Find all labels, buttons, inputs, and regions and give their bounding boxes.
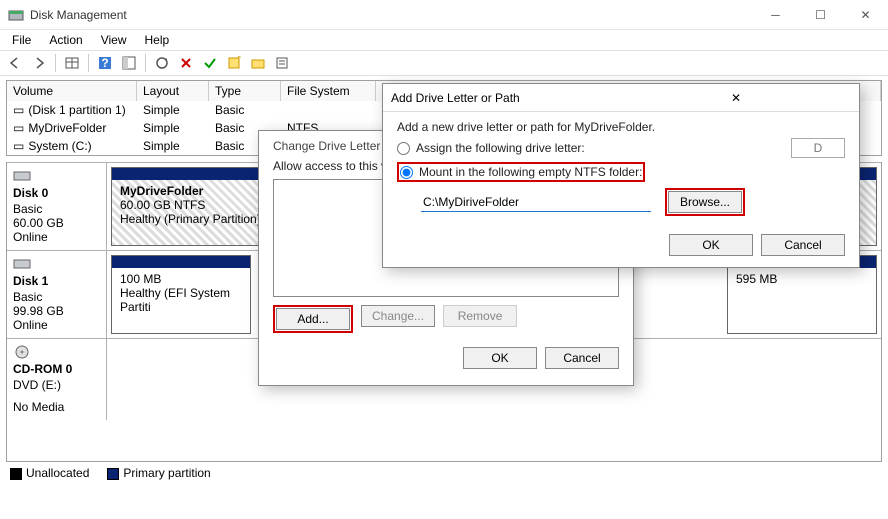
refresh-icon[interactable] xyxy=(151,52,173,74)
change-button: Change... xyxy=(361,305,435,327)
back-icon[interactable] xyxy=(4,52,26,74)
folder-icon[interactable] xyxy=(247,52,269,74)
assign-letter-radio[interactable] xyxy=(397,142,410,155)
browse-button[interactable]: Browse... xyxy=(668,191,742,213)
assign-letter-label: Assign the following drive letter: xyxy=(416,141,585,155)
new-icon[interactable]: * xyxy=(223,52,245,74)
add-drive-letter-dialog: Add Drive Letter or Path ✕ Add a new dri… xyxy=(382,83,860,268)
legend-unallocated-swatch xyxy=(10,468,22,480)
col-type[interactable]: Type xyxy=(209,81,281,101)
disk-label[interactable]: Disk 1 Basic 99.98 GB Online xyxy=(7,251,107,338)
ok-button[interactable]: OK xyxy=(463,347,537,369)
menu-action[interactable]: Action xyxy=(41,31,90,49)
remove-button: Remove xyxy=(443,305,517,327)
cdrom-icon xyxy=(13,348,31,362)
title-bar: Disk Management ─ ☐ ✕ xyxy=(0,0,888,30)
volume-icon: ▭ xyxy=(13,121,24,135)
app-icon xyxy=(8,7,24,23)
ok-button[interactable]: OK xyxy=(669,234,753,256)
help-icon[interactable]: ? xyxy=(94,52,116,74)
layout-icon[interactable] xyxy=(118,52,140,74)
disk-icon xyxy=(13,172,31,186)
properties-icon[interactable] xyxy=(271,52,293,74)
mount-folder-radio[interactable] xyxy=(400,166,413,179)
volume-icon: ▭ xyxy=(13,103,24,117)
menu-help[interactable]: Help xyxy=(137,31,178,49)
toolbar: ? * xyxy=(0,50,888,76)
col-filesystem[interactable]: File System xyxy=(281,81,376,101)
table-icon[interactable] xyxy=(61,52,83,74)
svg-text:*: * xyxy=(237,56,241,65)
close-button[interactable]: ✕ xyxy=(843,0,888,29)
close-icon[interactable]: ✕ xyxy=(621,91,851,105)
check-icon[interactable] xyxy=(199,52,221,74)
dialog2-message: Add a new drive letter or path for MyDri… xyxy=(397,120,845,134)
dialog2-title: Add Drive Letter or Path xyxy=(391,91,621,105)
legend: Unallocated Primary partition xyxy=(0,462,888,484)
minimize-button[interactable]: ─ xyxy=(753,0,798,29)
volume-icon: ▭ xyxy=(13,139,24,153)
window-title: Disk Management xyxy=(30,8,753,22)
drive-letter-select: D xyxy=(791,138,845,158)
col-layout[interactable]: Layout xyxy=(137,81,209,101)
legend-primary-swatch xyxy=(107,468,119,480)
menu-bar: File Action View Help xyxy=(0,30,888,50)
disk-label[interactable]: Disk 0 Basic 60.00 GB Online xyxy=(7,163,107,250)
partition[interactable]: 100 MB Healthy (EFI System Partiti xyxy=(111,255,251,334)
dialog2-titlebar: Add Drive Letter or Path ✕ xyxy=(383,84,859,112)
folder-path-input[interactable] xyxy=(421,193,651,212)
disk-label[interactable]: CD-ROM 0 DVD (E:) No Media xyxy=(7,339,107,420)
disk-icon xyxy=(13,260,31,274)
maximize-button[interactable]: ☐ xyxy=(798,0,843,29)
menu-file[interactable]: File xyxy=(4,31,39,49)
cancel-button[interactable]: Cancel xyxy=(761,234,845,256)
forward-icon[interactable] xyxy=(28,52,50,74)
menu-view[interactable]: View xyxy=(93,31,135,49)
add-button[interactable]: Add... xyxy=(276,308,350,330)
mount-folder-label: Mount in the following empty NTFS folder… xyxy=(419,165,642,179)
cancel-button[interactable]: Cancel xyxy=(545,347,619,369)
col-volume[interactable]: Volume xyxy=(7,81,137,101)
delete-icon[interactable] xyxy=(175,52,197,74)
svg-text:?: ? xyxy=(101,56,108,70)
